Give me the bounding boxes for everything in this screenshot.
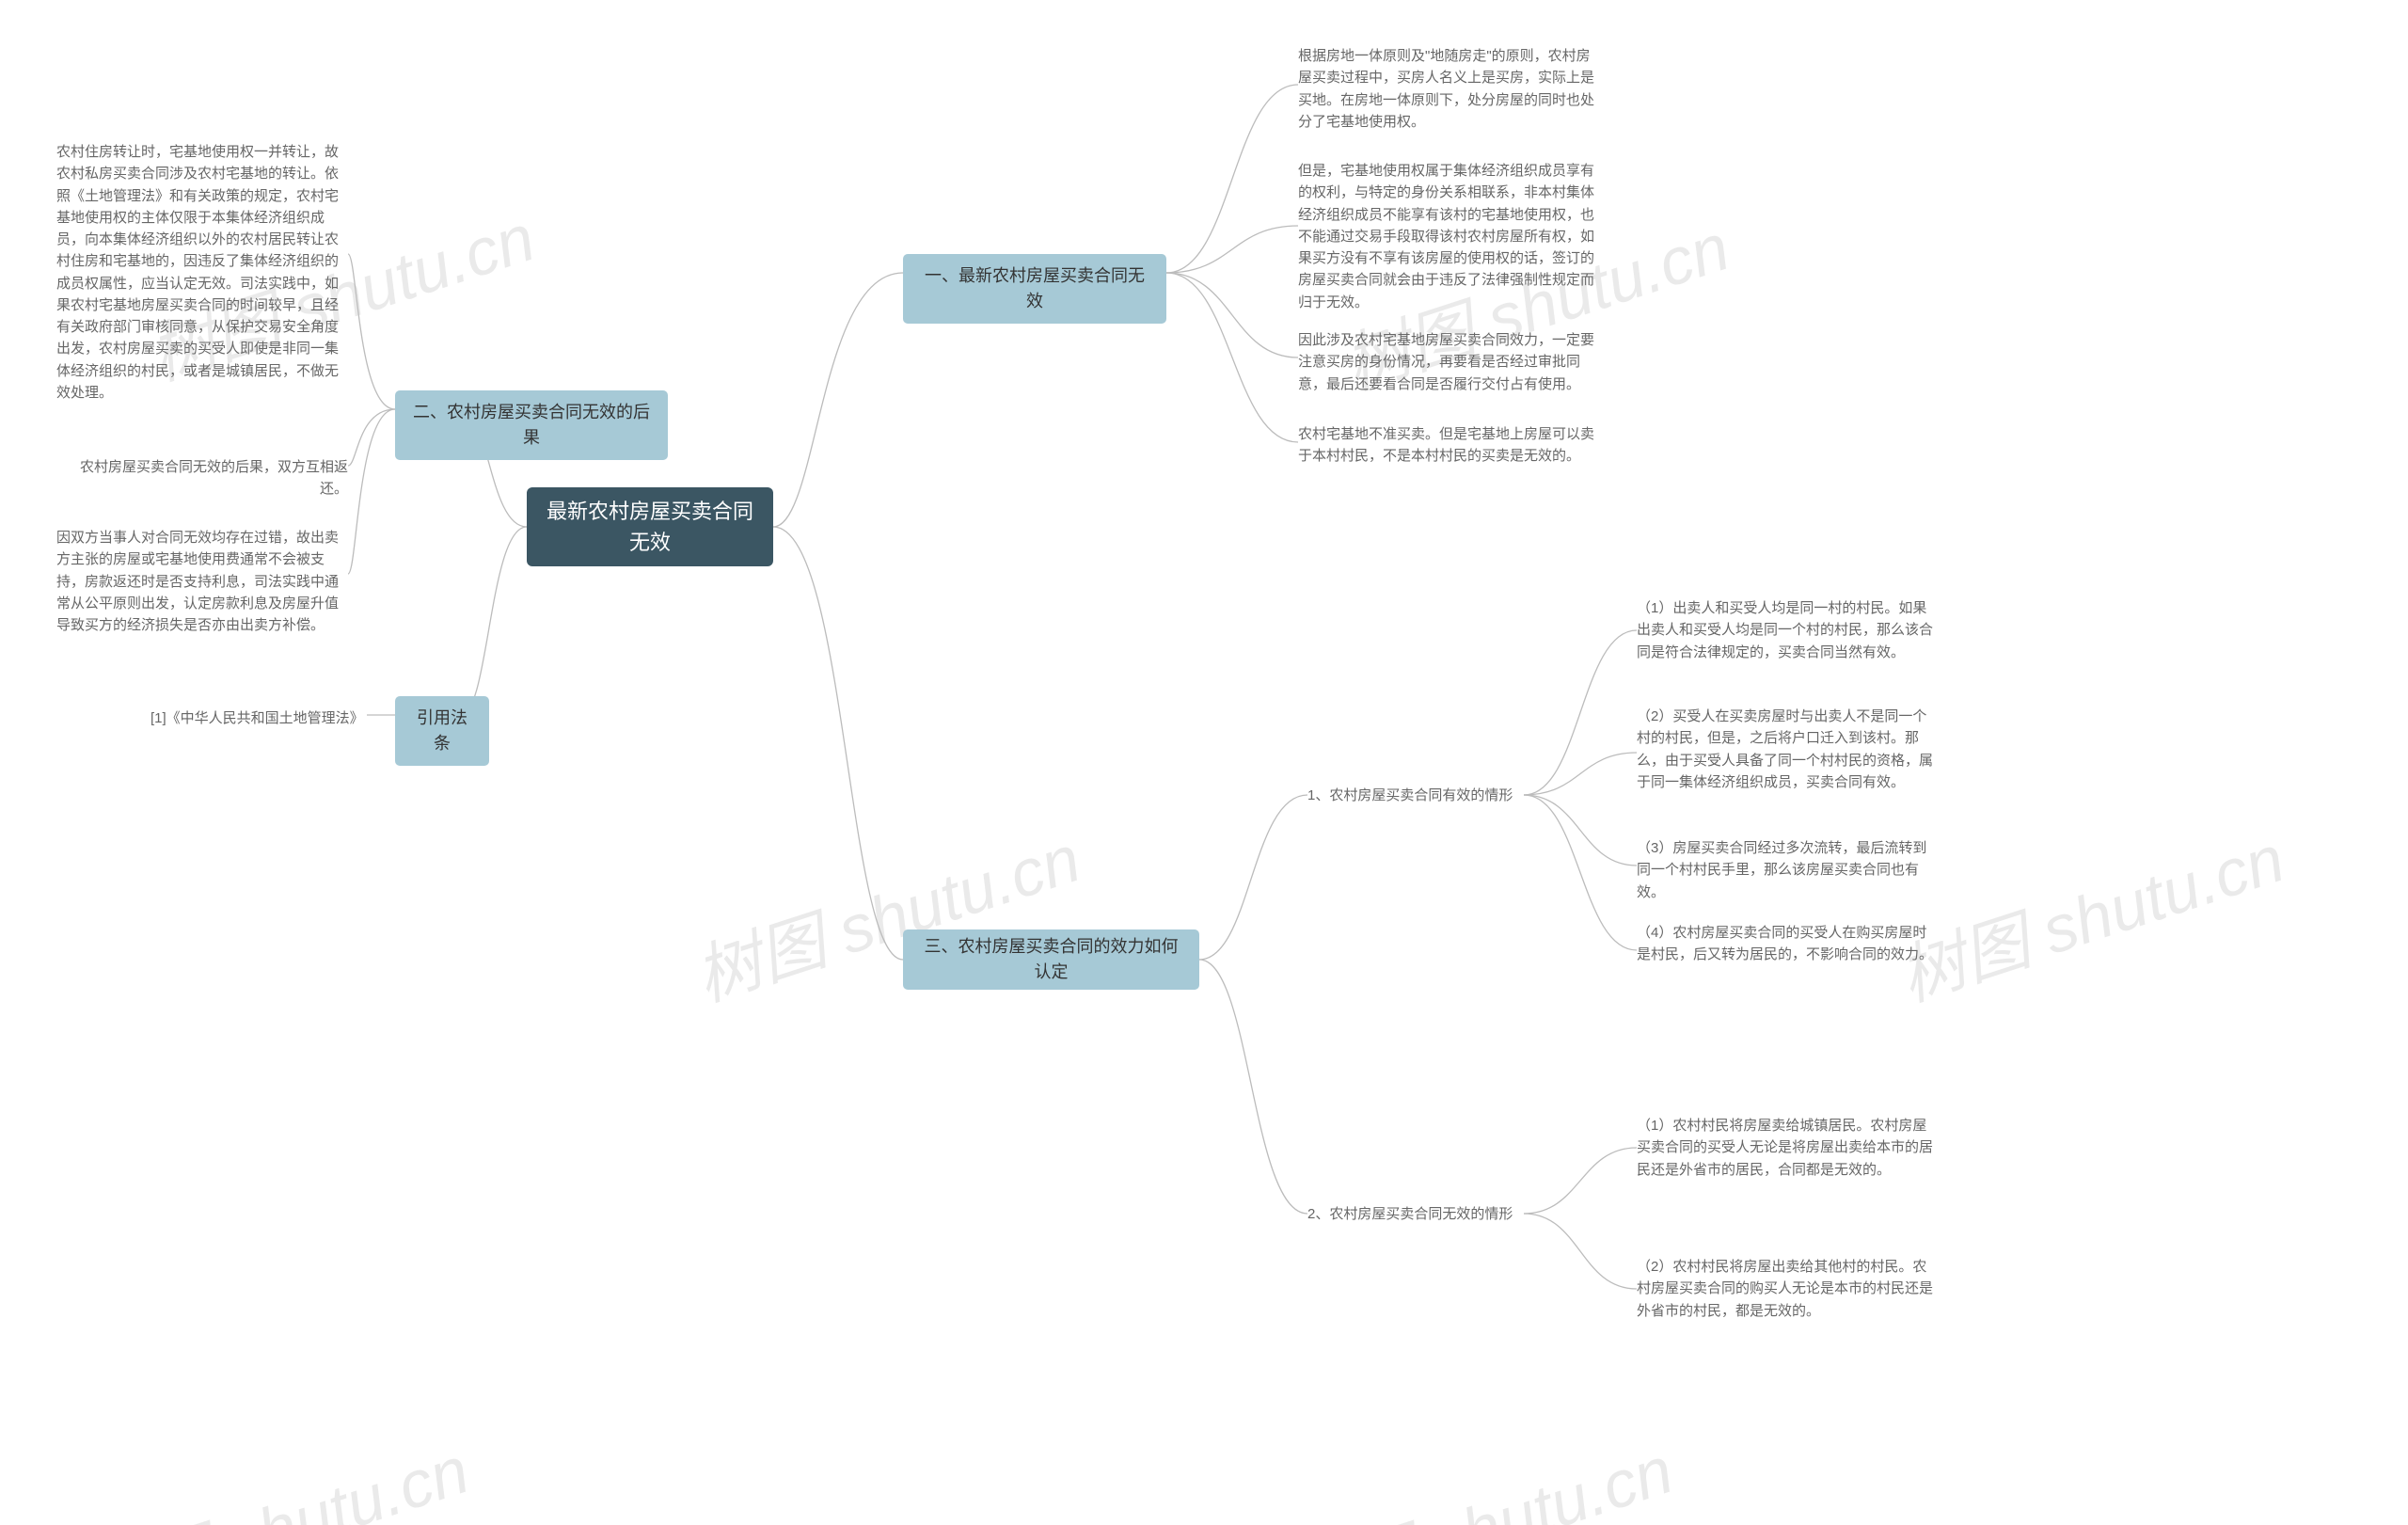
connector-lines — [0, 0, 2408, 1525]
branch-2[interactable]: 二、农村房屋买卖合同无效的后果 — [395, 390, 668, 460]
branch-3[interactable]: 三、农村房屋买卖合同的效力如何认定 — [903, 929, 1199, 990]
branch-3-sub-2-leaf-1: （1）农村村民将房屋卖给城镇居民。农村房屋买卖合同的买受人无论是将房屋出卖给本市… — [1637, 1115, 1938, 1181]
branch-1-leaf-2: 但是，宅基地使用权属于集体经济组织成员享有的权利，与特定的身份关系相联系，非本村… — [1298, 160, 1599, 313]
watermark: 树图 shutu.cn — [1886, 806, 2295, 1020]
branch-3-sub-2[interactable]: 2、农村房屋买卖合同无效的情形 — [1307, 1204, 1513, 1226]
branch-3-sub-1-leaf-1: （1）出卖人和买受人均是同一村的村民。如果出卖人和买受人均是同一个村的村民，那么… — [1637, 597, 1938, 663]
watermark: 树图 shutu.cn — [1275, 1418, 1684, 1525]
branch-1-leaf-4: 农村宅基地不准买卖。但是宅基地上房屋可以卖于本村村民，不是本村村民的买卖是无效的… — [1298, 423, 1599, 468]
branch-3-sub-1-leaf-4: （4）农村房屋买卖合同的买受人在购买房屋时是村民，后又转为居民的，不影响合同的效… — [1637, 922, 1938, 966]
branch-3-sub-1-leaf-3: （3）房屋买卖合同经过多次流转，最后流转到同一个村村民手里，那么该房屋买卖合同也… — [1637, 837, 1938, 903]
watermark: 树图 shutu.cn — [71, 1418, 480, 1525]
branch-2-leaf-3: 因双方当事人对合同无效均存在过错，故出卖方主张的房屋或宅基地使用费通常不会被支持… — [56, 527, 348, 636]
branch-1-leaf-3: 因此涉及农村宅基地房屋买卖合同效力，一定要注意买房的身份情况，再要看是否经过审批… — [1298, 329, 1599, 395]
branch-4[interactable]: 引用法条 — [395, 696, 489, 766]
branch-1-leaf-1: 根据房地一体原则及"地随房走"的原则，农村房屋买卖过程中，买房人名义上是买房，实… — [1298, 45, 1599, 133]
branch-3-sub-1-leaf-2: （2）买受人在买卖房屋时与出卖人不是同一个村的村民，但是，之后将户口迁入到该村。… — [1637, 706, 1938, 793]
branch-3-sub-2-leaf-2: （2）农村村民将房屋出卖给其他村的村民。农村房屋买卖合同的购买人无论是本市的村民… — [1637, 1256, 1938, 1322]
root-node[interactable]: 最新农村房屋买卖合同无效 — [527, 487, 773, 566]
branch-1[interactable]: 一、最新农村房屋买卖合同无效 — [903, 254, 1166, 324]
branch-2-leaf-2: 农村房屋买卖合同无效的后果，双方互相返还。 — [56, 456, 348, 500]
branch-4-leaf-1: [1]《中华人民共和国土地管理法》 — [150, 707, 364, 729]
branch-2-leaf-1: 农村住房转让时，宅基地使用权一并转让，故农村私房买卖合同涉及农村宅基地的转让。依… — [56, 141, 348, 404]
branch-3-sub-1[interactable]: 1、农村房屋买卖合同有效的情形 — [1307, 786, 1513, 807]
